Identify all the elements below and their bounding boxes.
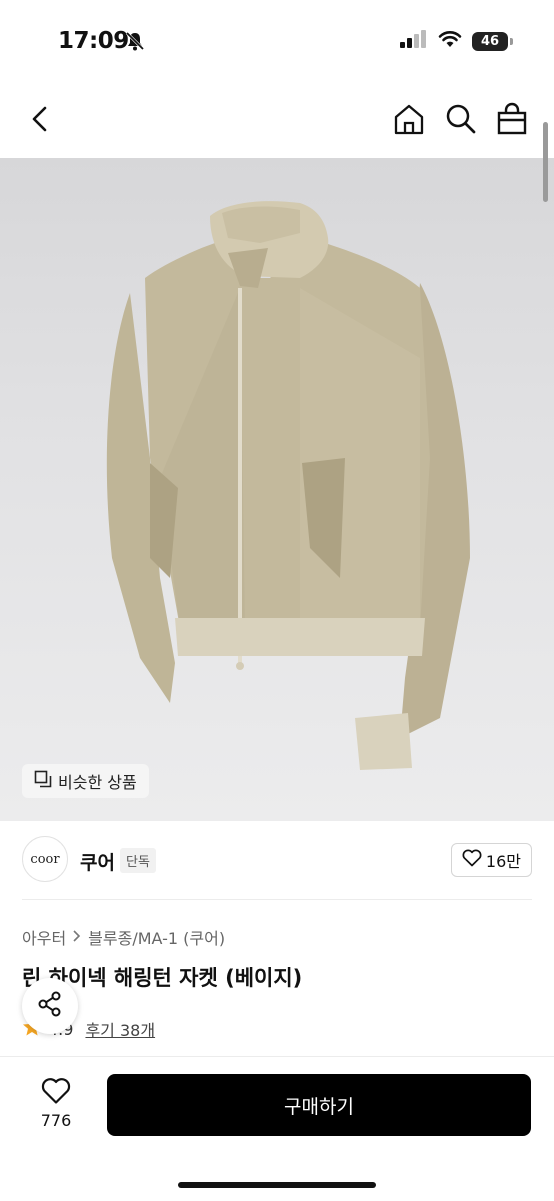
share-icon [36,990,64,1022]
scrollbar[interactable] [543,122,548,202]
copy-icon [34,770,52,792]
bell-muted-icon [124,30,146,56]
exclusive-badge: 단독 [120,848,156,873]
signal-icon [400,30,428,52]
similar-products-label: 비슷한 상품 [58,773,137,792]
jacket-illustration [106,201,470,770]
back-icon[interactable] [26,104,54,138]
brand-name[interactable]: 쿠어 [80,848,115,875]
status-time: 17:09 [58,28,129,54]
status-bar: 17:09 46 [0,0,554,80]
brand-row: coor 쿠어 단독 16만 [0,822,554,900]
chevron-right-icon [72,928,82,947]
bottom-purchase-bar: 776 구매하기 [0,1056,554,1201]
breadcrumb-item[interactable]: 블루종/MA-1 (쿠어) [88,925,225,949]
wishlist-count: 776 [40,1111,72,1130]
battery-icon: 46 [472,31,513,51]
heart-icon [462,849,482,871]
buy-button[interactable]: 구매하기 [107,1074,531,1136]
breadcrumb-item[interactable]: 아우터 [22,925,66,949]
brand-like-button[interactable]: 16만 [450,843,532,877]
shopping-bag-icon[interactable] [496,102,528,140]
wishlist-button[interactable]: 776 [26,1077,86,1130]
review-count-link[interactable]: 후기 38개 [85,1017,155,1041]
share-button[interactable] [22,978,78,1034]
similar-products-button[interactable]: 비슷한 상품 [22,764,149,798]
brand-logo[interactable]: coor [22,836,68,882]
product-image[interactable]: 비슷한 상품 [0,158,554,821]
wifi-icon [438,30,462,52]
breadcrumb: 아우터 블루종/MA-1 (쿠어) [22,925,225,949]
top-nav [0,80,554,158]
search-icon[interactable] [444,102,478,140]
heart-icon [41,1078,71,1109]
divider [22,899,532,900]
home-indicator [178,1182,376,1188]
battery-level: 46 [480,33,500,49]
brand-like-count: 16만 [485,852,521,871]
home-icon[interactable] [392,102,426,140]
